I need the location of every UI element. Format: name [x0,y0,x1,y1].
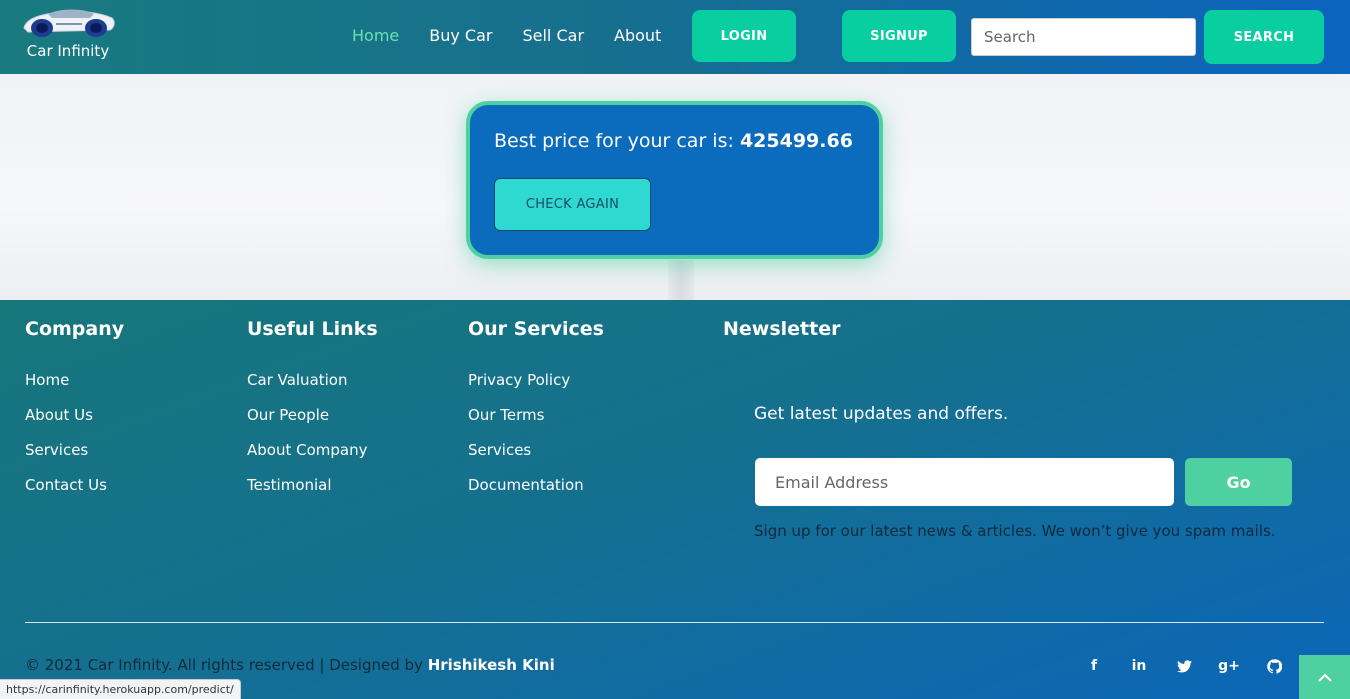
twitter-icon[interactable] [1174,656,1194,676]
footer-link-car-valuation[interactable]: Car Valuation [247,371,378,406]
price-value: 425499.66 [739,130,853,152]
footer-link-our-terms[interactable]: Our Terms [468,406,604,441]
nav-about[interactable]: About [614,26,661,45]
price-result-card: Best price for your car is: 425499.66 CH… [466,101,883,259]
newsletter-heading: Newsletter [723,318,841,340]
designer-link[interactable]: Hrishikesh Kini [428,656,555,674]
back-to-top-button[interactable] [1299,655,1350,699]
footer-link-home[interactable]: Home [25,371,124,406]
footer-link-list: Privacy Policy Our Terms Services Docume… [468,371,604,511]
footer-col-newsletter: Newsletter [723,318,840,340]
google-plus-icon[interactable]: g+ [1218,656,1240,676]
status-bar-url: https://carinfinity.herokuapp.com/predic… [0,679,241,699]
car-logo-icon [23,9,115,37]
footer-heading: Our Services [468,318,604,340]
footer-link-about-company[interactable]: About Company [247,441,378,476]
footer-heading: Company [25,318,125,340]
footer-link-services-2[interactable]: Services [468,441,604,476]
footer-link-contact-us[interactable]: Contact Us [25,476,124,511]
nav-buy-car[interactable]: Buy Car [429,26,492,45]
footer-link-documentation[interactable]: Documentation [468,476,604,511]
price-result-text: Best price for your car is: 425499.66 [494,130,853,152]
search-button[interactable]: SEARCH [1204,10,1324,64]
nav-home[interactable]: Home [352,26,399,45]
facebook-icon[interactable]: f [1084,656,1104,676]
chevron-up-icon [1317,673,1332,682]
brand[interactable]: Car Infinity [18,6,118,60]
github-icon[interactable] [1264,656,1284,676]
footer-col-our-services: Our Services Privacy Policy Our Terms Se… [468,318,604,511]
copyright-label: © 2021 Car Infinity. All rights reserved… [25,656,423,674]
login-button[interactable]: LOGIN [692,10,796,62]
check-again-button[interactable]: CHECK AGAIN [494,178,651,231]
newsletter-email-input[interactable] [755,458,1174,506]
hero-section: Best price for your car is: 425499.66 CH… [0,74,1350,300]
footer-link-list: Home About Us Services Contact Us [25,371,124,511]
footer-divider [25,622,1324,623]
footer-link-services[interactable]: Services [25,441,124,476]
newsletter-subheading: Get latest updates and offers. [754,404,1009,424]
footer-link-list: Car Valuation Our People About Company T… [247,371,378,511]
footer-heading: Useful Links [247,318,378,340]
footer-col-useful-links: Useful Links Car Valuation Our People Ab… [247,318,378,511]
social-links: f in g+ [1084,656,1284,676]
newsletter-note: Sign up for our latest news & articles. … [754,522,1276,540]
nav-sell-car[interactable]: Sell Car [522,26,584,45]
newsletter-go-button[interactable]: Go [1185,458,1292,506]
footer-link-about-us[interactable]: About Us [25,406,124,441]
copyright-text: © 2021 Car Infinity. All rights reserved… [25,656,555,674]
search-input[interactable] [971,18,1196,56]
brand-name: Car Infinity [26,42,110,60]
main-nav: Home Buy Car Sell Car About [352,26,661,45]
signup-button[interactable]: SIGNUP [842,10,956,62]
price-label: Best price for your car is: [494,130,734,152]
footer: Company Home About Us Services Contact U… [0,300,1350,699]
footer-link-our-people[interactable]: Our People [247,406,378,441]
footer-link-testimonial[interactable]: Testimonial [247,476,378,511]
navbar: Car Infinity Home Buy Car Sell Car About… [0,0,1350,74]
linkedin-icon[interactable]: in [1129,656,1149,676]
hero-background-post [668,260,694,300]
footer-link-privacy-policy[interactable]: Privacy Policy [468,371,604,406]
footer-col-company: Company Home About Us Services Contact U… [25,318,124,511]
